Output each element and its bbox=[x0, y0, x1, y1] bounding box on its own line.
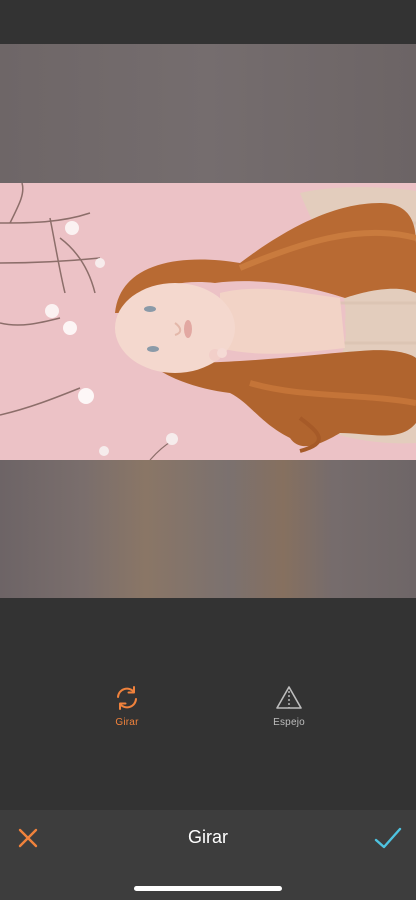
home-indicator bbox=[134, 886, 282, 891]
rotate-tool-button[interactable]: Girar bbox=[87, 684, 167, 728]
bottom-toolbar: Girar bbox=[0, 810, 416, 900]
rotate-tool-label: Girar bbox=[115, 717, 139, 728]
image-canvas bbox=[0, 44, 416, 598]
close-icon[interactable] bbox=[14, 824, 42, 852]
mirror-tool-button[interactable]: Espejo bbox=[249, 684, 329, 728]
rotate-icon bbox=[117, 686, 137, 710]
tool-panel: Girar Espejo bbox=[0, 598, 416, 810]
blurred-background-bottom bbox=[0, 460, 416, 598]
blurred-background-top bbox=[0, 44, 416, 184]
mirror-icon bbox=[276, 686, 302, 709]
rotated-photo bbox=[0, 183, 416, 460]
status-bar-area bbox=[0, 0, 416, 44]
checkmark-icon[interactable] bbox=[373, 824, 403, 852]
mirror-tool-label: Espejo bbox=[273, 717, 305, 728]
screen-title: Girar bbox=[188, 827, 228, 847]
